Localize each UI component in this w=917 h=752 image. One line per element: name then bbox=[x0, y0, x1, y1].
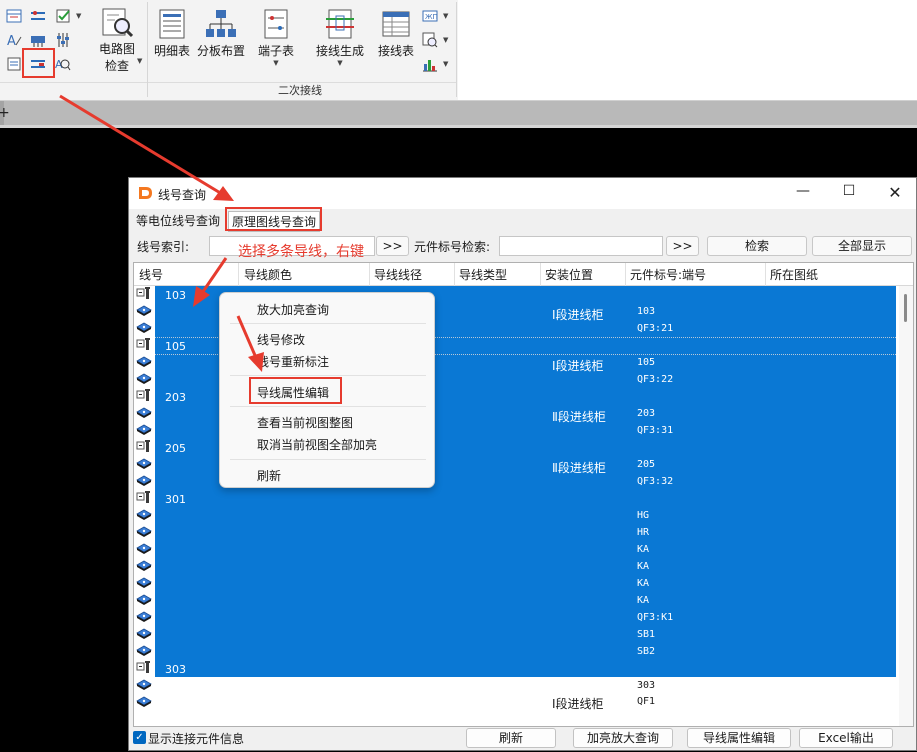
annotation-arrows bbox=[59, 94, 264, 372]
